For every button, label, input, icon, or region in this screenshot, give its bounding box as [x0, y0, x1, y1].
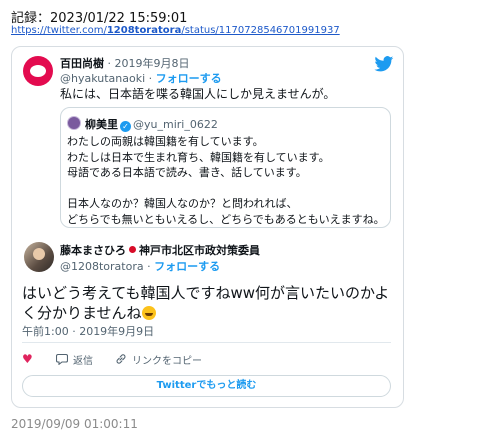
tweet-url-link[interactable]: https://twitter.com/1208toratora/status/…	[11, 25, 340, 36]
verified-badge-icon: ✓	[120, 121, 131, 132]
read-more-button[interactable]: Twitterでもっと読む	[22, 375, 391, 397]
quoted-name[interactable]: 百田尚樹	[60, 57, 104, 70]
heart-icon[interactable]: ♥	[22, 353, 34, 365]
quoted-avatar[interactable]	[23, 56, 53, 86]
grinning-sweat-emoji-icon	[141, 306, 156, 320]
main-title: 神戸市北区市政対策委員	[139, 244, 260, 257]
reply-button[interactable]: 返信	[56, 352, 93, 367]
quoted-handle-row: @hyakutanaoki · フォローする	[60, 72, 222, 85]
main-follow-button[interactable]: フォローする	[154, 260, 220, 273]
action-bar: ♥ 返信 リンクをコピー	[22, 351, 202, 367]
main-avatar[interactable]	[24, 242, 54, 272]
main-handle[interactable]: @1208toratora	[60, 260, 144, 273]
embedded-avatar	[67, 116, 81, 130]
main-timestamp[interactable]: 午前1:00 · 2019年9月9日	[22, 323, 154, 339]
main-text: はいどう考えても韓国人ですねww何が言いたいのかよく分かりませんね	[22, 284, 390, 322]
link-icon	[116, 354, 126, 364]
record-label: 記録：2023/01/22 15:59:01	[11, 11, 188, 26]
url-user: 1208toratora	[106, 25, 182, 36]
quoted-follow-button[interactable]: フォローする	[156, 72, 222, 85]
twitter-bird-icon[interactable]	[374, 56, 394, 72]
copy-link-button[interactable]: リンクをコピー	[115, 352, 202, 367]
embedded-handle: @yu_miri_0622	[133, 118, 218, 131]
reply-label: 返信	[73, 355, 93, 367]
quoted-date[interactable]: · 2019年9月8日	[104, 57, 189, 70]
main-handle-row: @1208toratora · フォローする	[60, 260, 221, 273]
main-name-row: 藤本まさひろ 神戸市北区市政対策委員	[60, 242, 260, 258]
url-suffix: /status/1170728546701991937	[181, 25, 340, 36]
embedded-name-row: 柳美里 ✓ @yu_miri_0622	[85, 116, 218, 132]
main-tweet-body: はいどう考えても韓国人ですねww何が言いたいのかよく分かりませんね	[22, 283, 397, 323]
reply-icon	[56, 353, 68, 365]
quoted-handle[interactable]: @hyakutanaoki	[60, 72, 145, 85]
footer-timestamp: 2019/09/09 01:00:11	[11, 417, 138, 431]
japan-flag-icon	[129, 246, 136, 253]
quoted-name-row: 百田尚樹 · 2019年9月8日	[60, 55, 189, 71]
embedded-text: わたしの両親は韓国籍を有しています。 わたしは日本で生まれ育ち、韓国籍を有してい…	[67, 135, 385, 226]
quoted-text: 私には、日本語を喋る韓国人にしか見えませんが。	[60, 87, 336, 101]
embedded-name: 柳美里	[85, 118, 118, 131]
url-prefix: https://twitter.com/	[11, 25, 107, 36]
copy-link-label: リンクをコピー	[132, 355, 202, 367]
main-name[interactable]: 藤本まさひろ	[60, 244, 126, 257]
divider	[22, 342, 391, 343]
